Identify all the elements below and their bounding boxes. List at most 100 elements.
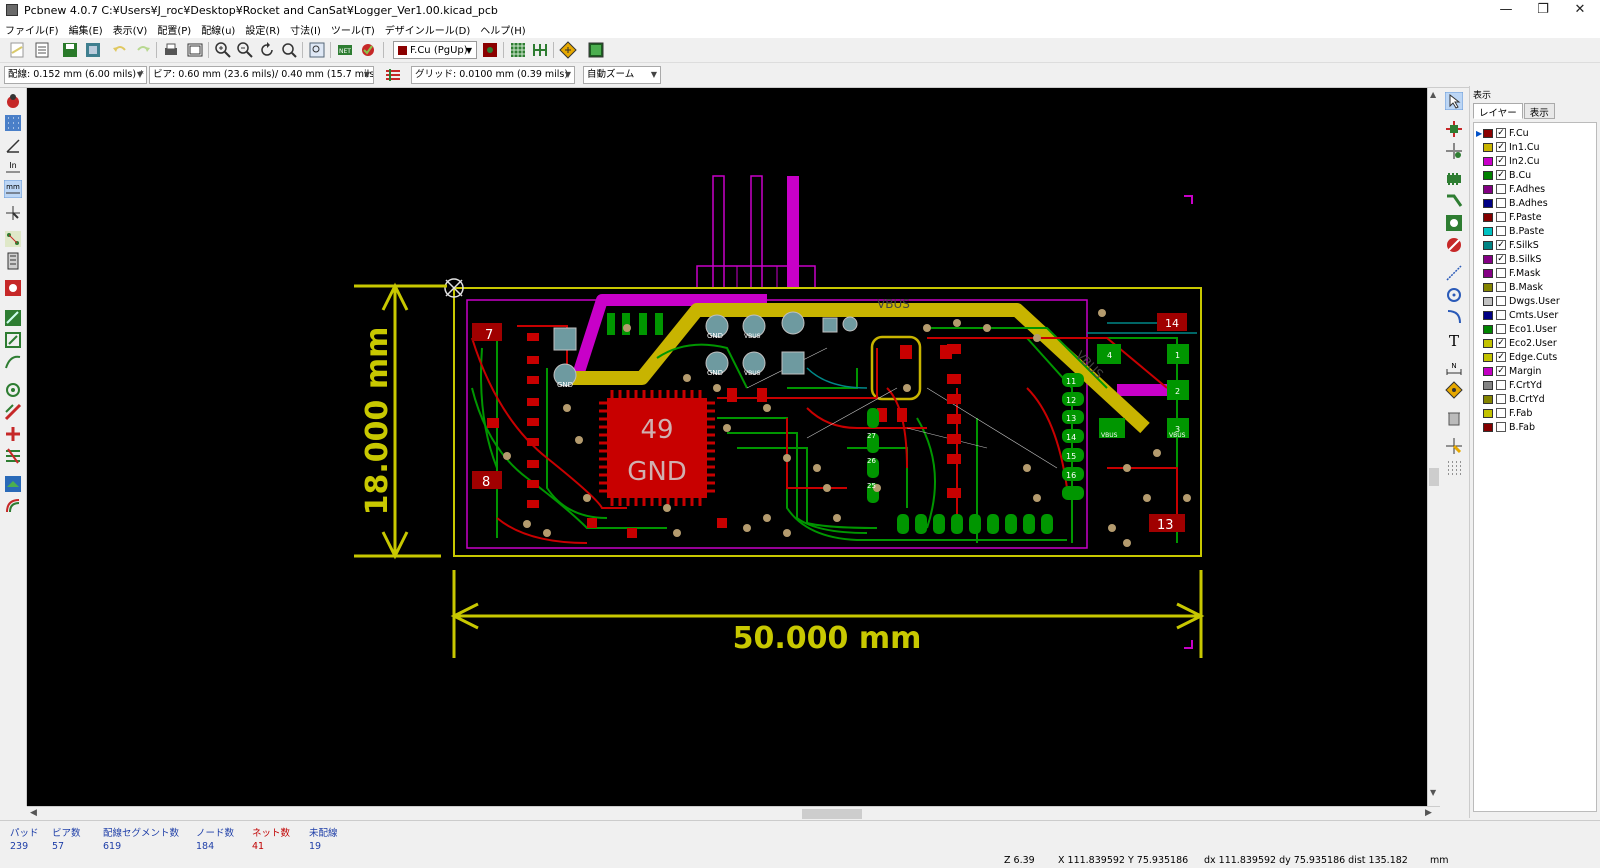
layer-visibility-checkbox[interactable]: ✓ [1496,352,1506,362]
menu-help[interactable]: ヘルプ(H) [475,22,530,37]
layer-visibility-checkbox[interactable] [1496,184,1506,194]
add-text-icon[interactable]: T [1445,331,1463,349]
highlight-net-icon[interactable] [1445,120,1463,138]
layer-visibility-checkbox[interactable]: ✓ [1496,240,1506,250]
layer-color-swatch[interactable] [1483,352,1493,362]
auto-track-width-icon[interactable] [384,66,402,84]
layers-manager-icon[interactable] [4,475,22,493]
layer-pair-icon[interactable] [481,41,499,59]
layer-row[interactable]: F.Mask [1476,266,1594,280]
menu-place[interactable]: 配置(P) [152,22,196,37]
menu-preferences[interactable]: 設定(R) [240,22,285,37]
layer-visibility-checkbox[interactable] [1496,394,1506,404]
layer-color-swatch[interactable] [1483,422,1493,432]
add-dimension-icon[interactable]: N [1445,359,1463,377]
layer-visibility-checkbox[interactable] [1496,212,1506,222]
high-contrast-icon[interactable] [4,425,22,443]
layer-color-swatch[interactable] [1483,240,1493,250]
undo-icon[interactable] [111,41,129,59]
layer-row[interactable]: B.CrtYd [1476,392,1594,406]
pcb-canvas[interactable]: 49 GND 7 8 14 13 4 1 2 3 VBUS VBUS GND G… [27,88,1427,806]
redraw-icon[interactable] [258,41,276,59]
active-layer-selector[interactable]: F.Cu (PgUp) ▼ [393,41,477,59]
layer-color-swatch[interactable] [1483,310,1493,320]
zoom-select[interactable]: 自動ズーム ▼ [583,66,661,84]
layer-color-swatch[interactable] [1483,128,1493,138]
layer-color-swatch[interactable] [1483,254,1493,264]
scripting-console-icon[interactable] [587,41,605,59]
mode-footprint-icon[interactable] [509,41,527,59]
add-circle-icon[interactable] [1445,286,1463,304]
redo-icon[interactable] [134,41,152,59]
layer-color-swatch[interactable] [1483,198,1493,208]
layer-color-swatch[interactable] [1483,170,1493,180]
layer-visibility-checkbox[interactable] [1496,282,1506,292]
grid-select[interactable]: グリッド: 0.0100 mm (0.39 mils) ▼ [411,66,575,84]
layer-row[interactable]: F.Fab [1476,406,1594,420]
layer-visibility-checkbox[interactable] [1496,324,1506,334]
layer-color-swatch[interactable] [1483,380,1493,390]
layer-visibility-checkbox[interactable] [1496,226,1506,236]
menu-design-rules[interactable]: デザインルール(D) [380,22,476,37]
add-line-icon[interactable] [1445,264,1463,282]
via-size-select[interactable]: ビア: 0.60 mm (23.6 mils)/ 0.40 mm (15.7 m… [149,66,374,84]
layer-row[interactable]: ✓ In2.Cu [1476,154,1594,168]
layer-row[interactable]: Cmts.User [1476,308,1594,322]
scroll-left-icon[interactable]: ◀ [30,808,37,818]
layer-row[interactable]: F.Paste [1476,210,1594,224]
layer-color-swatch[interactable] [1483,296,1493,306]
close-button[interactable]: ✕ [1562,0,1598,20]
layer-visibility-checkbox[interactable] [1496,310,1506,320]
horizontal-scrollbar[interactable]: ◀ ▶ [27,806,1440,821]
grid-origin-icon[interactable] [1445,459,1463,477]
layer-visibility-checkbox[interactable] [1496,422,1506,432]
menu-tools[interactable]: ツール(T) [326,22,380,37]
layer-color-swatch[interactable] [1483,282,1493,292]
zoom-in-icon[interactable] [214,41,232,59]
menu-file[interactable]: ファイル(F) [0,22,64,37]
track-width-select[interactable]: 配線: 0.152 mm (6.00 mils) * ▼ [4,66,147,84]
layer-color-swatch[interactable] [1483,324,1493,334]
mode-track-icon[interactable] [531,41,549,59]
drc-off-icon[interactable] [4,92,22,110]
minimize-button[interactable]: — [1488,0,1524,20]
layer-color-swatch[interactable] [1483,268,1493,278]
layer-color-swatch[interactable] [1483,338,1493,348]
layer-visibility-checkbox[interactable]: ✓ [1496,338,1506,348]
zone-outline-icon[interactable] [4,331,22,349]
drc-icon[interactable] [359,41,377,59]
layer-row[interactable]: F.CrtYd [1476,378,1594,392]
menu-route[interactable]: 配線(u) [196,22,240,37]
layer-row[interactable]: ✓ B.Cu [1476,168,1594,182]
scroll-right-icon[interactable]: ▶ [1425,808,1432,818]
plot-icon[interactable] [186,41,204,59]
horizontal-scroll-thumb[interactable] [802,809,862,819]
layer-visibility-checkbox[interactable] [1496,380,1506,390]
layer-row[interactable]: ✓ Edge.Cuts [1476,350,1594,364]
menu-dimensions[interactable]: 寸法(I) [285,22,326,37]
layer-color-swatch[interactable] [1483,156,1493,166]
zoom-fit-icon[interactable] [280,41,298,59]
zone-fill-icon[interactable] [4,309,22,327]
layer-visibility-checkbox[interactable]: ✓ [1496,156,1506,166]
layer-visibility-checkbox[interactable] [1496,296,1506,306]
layer-visibility-checkbox[interactable] [1496,268,1506,278]
auto-delete-track-icon[interactable] [4,279,22,297]
keepout-area-icon[interactable] [1445,236,1463,254]
add-footprint-icon[interactable] [1445,170,1463,188]
set-drill-origin-icon[interactable] [1445,437,1463,455]
layer-row[interactable]: F.Adhes [1476,182,1594,196]
layer-row[interactable]: B.Paste [1476,224,1594,238]
scroll-up-icon[interactable]: ▲ [1430,90,1436,99]
new-board-icon[interactable] [8,41,26,59]
find-icon[interactable] [308,41,326,59]
microwave-tools-icon[interactable] [4,497,22,515]
cursor-shape-icon[interactable] [4,204,22,222]
layer-color-swatch[interactable] [1483,184,1493,194]
menu-view[interactable]: 表示(V) [108,22,153,37]
layer-visibility-checkbox[interactable]: ✓ [1496,254,1506,264]
layer-color-swatch[interactable] [1483,366,1493,376]
units-inch-icon[interactable]: In [4,159,22,177]
print-icon[interactable] [162,41,180,59]
page-settings-icon[interactable] [84,41,102,59]
